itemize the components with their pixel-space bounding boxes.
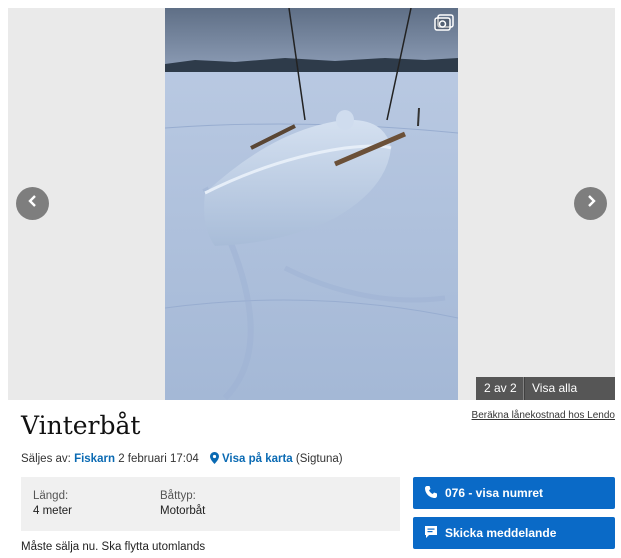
listing-title: Vinterbåt — [21, 411, 141, 440]
seller-name-link[interactable]: Fiskarn — [74, 453, 115, 465]
show-phone-button[interactable]: 076 - visa numret — [413, 477, 615, 509]
show-phone-label: 076 - visa numret — [445, 486, 544, 500]
map-pin-icon — [209, 452, 219, 467]
seller-info: Säljes av: Fiskarn 2 februari 17:04 Visa… — [21, 452, 343, 467]
listing-description: Måste sälja nu. Ska flytta utomlands — [21, 541, 206, 553]
image-counter: 2 av 2 — [476, 377, 525, 400]
phone-icon — [424, 485, 445, 502]
show-on-map-link[interactable]: Visa på karta — [222, 453, 293, 465]
param-boat-type-label: Båttyp: — [160, 490, 196, 502]
listing-photo[interactable] — [165, 8, 458, 400]
chevron-left-icon — [26, 194, 40, 213]
param-length: Längd: 4 meter — [33, 490, 72, 517]
listing-date: 2 februari 17:04 — [118, 453, 199, 465]
loan-cost-link[interactable]: Beräkna lånekostnad hos Lendo — [472, 410, 615, 421]
chevron-right-icon — [584, 194, 598, 213]
send-message-button[interactable]: Skicka meddelande — [413, 517, 615, 549]
param-boat-type: Båttyp: Motorbåt — [160, 490, 205, 517]
listing-location: (Sigtuna) — [295, 453, 343, 465]
seller-prefix: Säljes av: — [21, 453, 71, 465]
view-all-images-button[interactable]: Visa alla bilder — [523, 377, 615, 418]
param-length-label: Längd: — [33, 490, 69, 502]
gallery-prev-button[interactable] — [16, 187, 49, 220]
param-boat-type-value: Motorbåt — [160, 505, 206, 517]
message-icon — [424, 525, 445, 542]
image-count-icon — [433, 14, 455, 32]
send-message-label: Skicka meddelande — [445, 526, 557, 540]
image-gallery: 2 av 2 Visa alla bilder — [8, 8, 615, 418]
gallery-next-button[interactable] — [574, 187, 607, 220]
param-length-value: 4 meter — [33, 505, 72, 517]
listing-parameters: Längd: 4 meter Båttyp: Motorbåt — [21, 477, 400, 531]
